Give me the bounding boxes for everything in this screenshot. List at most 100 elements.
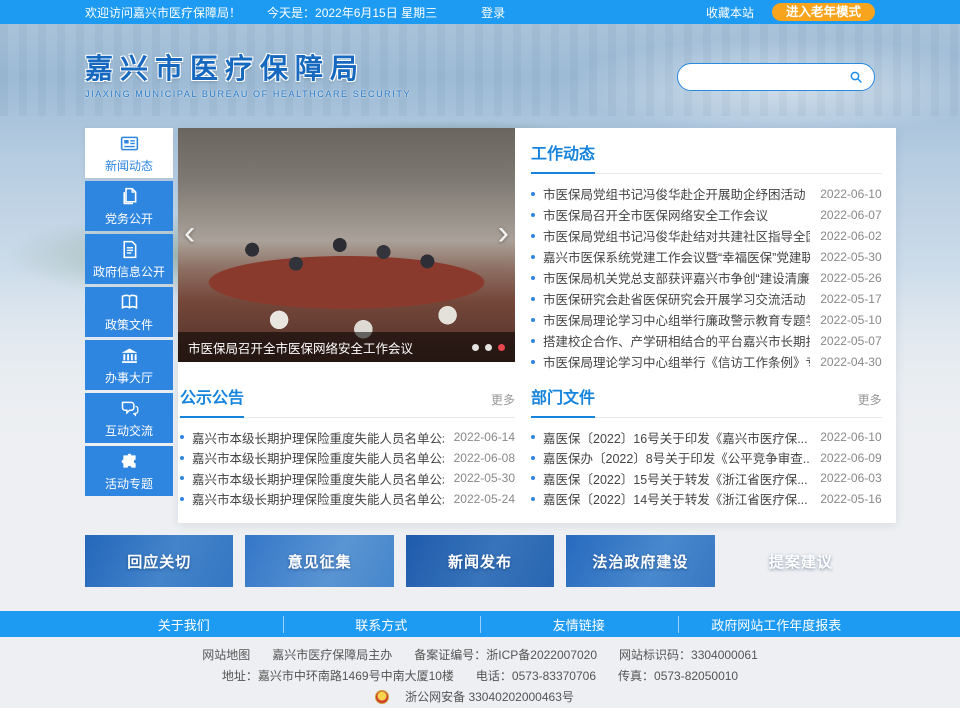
bullet-icon bbox=[531, 339, 535, 343]
footer-nav-item[interactable]: 联系方式 bbox=[283, 615, 481, 634]
document-list-item[interactable]: 嘉医保〔2022〕16号关于印发《嘉兴市医疗保... 2022-06-10 bbox=[531, 427, 882, 448]
notices-title[interactable]: 公示公告 bbox=[180, 384, 244, 408]
work-news-title[interactable]: 工作动态 bbox=[531, 140, 595, 164]
banner-label: 意见征集 bbox=[288, 551, 352, 572]
footer-info-item: 电话：0573-83370706 bbox=[476, 669, 596, 683]
footer-info-item: 传真：0573-82050010 bbox=[618, 669, 738, 683]
carousel-prev-arrow-icon[interactable]: ‹ bbox=[184, 216, 195, 250]
documents-list: 嘉医保〔2022〕16号关于印发《嘉兴市医疗保... 2022-06-10 嘉医… bbox=[531, 427, 882, 509]
document-list-item[interactable]: 嘉医保办〔2022〕8号关于印发《公平竞争审查... 2022-06-09 bbox=[531, 448, 882, 469]
favorite-site-link[interactable]: 收藏本站 bbox=[706, 4, 754, 21]
carousel-caption[interactable]: 市医保局召开全市医保网络安全工作会议 bbox=[188, 338, 464, 357]
bullet-icon bbox=[531, 497, 535, 501]
sidebar-item[interactable]: 活动专题 bbox=[85, 446, 173, 496]
footer-nav-item[interactable]: 关于我们 bbox=[85, 615, 283, 634]
section-work-news: 工作动态 市医保局党组书记冯俊华赴企开展助企纾困活动 2022-06-10 市医 bbox=[515, 128, 896, 372]
bullet-icon bbox=[180, 476, 184, 480]
notices-more-link[interactable]: 更多 bbox=[491, 391, 515, 408]
topbar: 欢迎访问嘉兴市医疗保障局！ 今天是：2022年6月15日 星期三 登录 收藏本站… bbox=[0, 0, 960, 24]
banner-link[interactable]: 意见征集 bbox=[245, 535, 393, 587]
news-item-title: 市医保局理论学习中心组举行《信访工作条例》专题... bbox=[543, 352, 810, 371]
notice-list-item[interactable]: 嘉兴市本级长期护理保险重度失能人员名单公示（2... 2022-05-30 bbox=[180, 468, 515, 489]
news-item-date: 2022-05-07 bbox=[820, 334, 881, 348]
document-list-item[interactable]: 嘉医保〔2022〕15号关于转发《浙江省医疗保... 2022-06-03 bbox=[531, 468, 882, 489]
carousel-caption-bar: 市医保局召开全市医保网络安全工作会议 bbox=[178, 332, 515, 362]
news-list-item[interactable]: 市医保局党组书记冯俊华赴企开展助企纾困活动 2022-06-10 bbox=[531, 183, 882, 204]
news-list-item[interactable]: 搭建校企合作、产学研相结合的平台嘉兴市长期护理... 2022-05-07 bbox=[531, 330, 882, 351]
footer-nav-item[interactable]: 友情链接 bbox=[480, 615, 678, 634]
footer-line2: 地址：嘉兴市中环南路1469号中南大厦10楼电话：0573-83370706传真… bbox=[0, 666, 960, 687]
sidebar-item[interactable]: 党务公开 bbox=[85, 181, 173, 231]
notice-list-item[interactable]: 嘉兴市本级长期护理保险重度失能人员名单公示（2... 2022-06-08 bbox=[180, 448, 515, 469]
quick-link-banners: 回应关切 意见征集 新闻发布 法治政府建设 提案建议 bbox=[85, 535, 875, 587]
document-item-date: 2022-06-03 bbox=[820, 471, 881, 485]
banner-link[interactable]: 回应关切 bbox=[85, 535, 233, 587]
news-item-date: 2022-05-30 bbox=[820, 250, 881, 264]
bullet-icon bbox=[531, 255, 535, 259]
content-card: ‹ › 市医保局召开全市医保网络安全工作会议 工作动态 市医保局党组书记冯俊华 bbox=[178, 128, 896, 523]
document-item-title: 嘉医保〔2022〕14号关于转发《浙江省医疗保... bbox=[543, 489, 810, 508]
news-list-item[interactable]: 市医保研究会赴省医保研究会开展学习交流活动 2022-05-17 bbox=[531, 288, 882, 309]
notice-list-item[interactable]: 嘉兴市本级长期护理保险重度失能人员名单公示（2... 2022-05-24 bbox=[180, 489, 515, 510]
carousel-dot[interactable] bbox=[485, 344, 492, 351]
sidebar-item[interactable]: 新闻动态 bbox=[85, 128, 173, 178]
footer-nav-item[interactable]: 政府网站工作年度报表 bbox=[678, 615, 876, 634]
news-list-item[interactable]: 市医保局机关党总支部获评嘉兴市争创“建设清廉机... 2022-05-26 bbox=[531, 267, 882, 288]
search-box bbox=[677, 63, 875, 91]
sidebar-item[interactable]: 办事大厅 bbox=[85, 340, 173, 390]
news-item-title: 市医保局党组书记冯俊华赴企开展助企纾困活动 bbox=[543, 184, 810, 203]
carousel-photo-meeting[interactable] bbox=[178, 128, 515, 362]
main-content: 新闻动态 党务公开 政府信息公开 政策文件 办事大厅 bbox=[85, 128, 875, 523]
search-icon[interactable] bbox=[848, 69, 864, 85]
banner-link[interactable]: 新闻发布 bbox=[406, 535, 554, 587]
bullet-icon bbox=[531, 476, 535, 480]
police-badge-icon bbox=[375, 690, 389, 704]
document-item-title: 嘉医保〔2022〕16号关于印发《嘉兴市医疗保... bbox=[543, 428, 810, 447]
login-link[interactable]: 登录 bbox=[481, 4, 505, 21]
bullet-icon bbox=[180, 435, 184, 439]
news-item-title: 市医保局机关党总支部获评嘉兴市争创“建设清廉机... bbox=[543, 268, 810, 287]
news-list-item[interactable]: 市医保局理论学习中心组举行廉政警示教育专题学习... 2022-05-10 bbox=[531, 309, 882, 330]
carousel-dot[interactable] bbox=[472, 344, 479, 351]
news-item-date: 2022-06-02 bbox=[820, 229, 881, 243]
bullet-icon bbox=[531, 360, 535, 364]
news-list-item[interactable]: 嘉兴市医保系统党建工作会议暨“幸福医保”党建联... 2022-05-30 bbox=[531, 246, 882, 267]
banner-label: 新闻发布 bbox=[448, 551, 512, 572]
sidebar-menu: 新闻动态 党务公开 政府信息公开 政策文件 办事大厅 bbox=[85, 128, 173, 523]
footer-nav-bar: 关于我们 联系方式 友情链接 政府网站工作年度报表 bbox=[0, 611, 960, 637]
footer-line3: 浙公网安备 33040202000463号 bbox=[0, 687, 960, 708]
documents-title[interactable]: 部门文件 bbox=[531, 384, 595, 408]
gov-info-icon bbox=[119, 239, 140, 261]
sidebar-item[interactable]: 互动交流 bbox=[85, 393, 173, 443]
page-footer: 网站地图嘉兴市医疗保障局主办备案证编号：浙ICP备2022007020网站标识码… bbox=[0, 637, 960, 708]
bullet-icon bbox=[531, 456, 535, 460]
bullet-icon bbox=[531, 192, 535, 196]
activity-icon bbox=[119, 451, 140, 473]
news-item-date: 2022-06-07 bbox=[820, 208, 881, 222]
news-list-item[interactable]: 市医保局召开全市医保网络安全工作会议 2022-06-07 bbox=[531, 204, 882, 225]
news-item-date: 2022-04-30 bbox=[820, 355, 881, 369]
sidebar-item-label: 政策文件 bbox=[105, 316, 153, 333]
notice-list-item[interactable]: 嘉兴市本级长期护理保险重度失能人员名单公示（2... 2022-06-14 bbox=[180, 427, 515, 448]
bullet-icon bbox=[531, 213, 535, 217]
news-list-item[interactable]: 市医保局党组书记冯俊华赴结对共建社区指导全国文... 2022-06-02 bbox=[531, 225, 882, 246]
notice-item-title: 嘉兴市本级长期护理保险重度失能人员名单公示（2... bbox=[192, 428, 444, 447]
document-list-item[interactable]: 嘉医保〔2022〕14号关于转发《浙江省医疗保... 2022-05-16 bbox=[531, 489, 882, 510]
footer-line1: 网站地图嘉兴市医疗保障局主办备案证编号：浙ICP备2022007020网站标识码… bbox=[0, 645, 960, 666]
carousel-dot[interactable] bbox=[498, 344, 505, 351]
document-item-date: 2022-05-16 bbox=[820, 492, 881, 506]
sidebar-item[interactable]: 政策文件 bbox=[85, 287, 173, 337]
news-list-item[interactable]: 市医保局理论学习中心组举行《信访工作条例》专题... 2022-04-30 bbox=[531, 351, 882, 372]
banner-link[interactable]: 法治政府建设 bbox=[566, 535, 714, 587]
notice-item-title: 嘉兴市本级长期护理保险重度失能人员名单公示（2... bbox=[192, 469, 444, 488]
banner-label: 法治政府建设 bbox=[592, 551, 688, 572]
news-item-date: 2022-05-17 bbox=[820, 292, 881, 306]
search-input[interactable] bbox=[688, 70, 848, 84]
sidebar-item[interactable]: 政府信息公开 bbox=[85, 234, 173, 284]
banner-link[interactable]: 提案建议 bbox=[727, 535, 875, 587]
elder-mode-button[interactable]: 进入老年模式 bbox=[772, 3, 875, 22]
sidebar-item-label: 办事大厅 bbox=[105, 369, 153, 386]
carousel-next-arrow-icon[interactable]: › bbox=[498, 216, 509, 250]
section-documents: 部门文件 更多 嘉医保〔2022〕16号关于印发《嘉兴市医疗保... 2022-… bbox=[515, 384, 882, 509]
documents-more-link[interactable]: 更多 bbox=[858, 391, 882, 408]
